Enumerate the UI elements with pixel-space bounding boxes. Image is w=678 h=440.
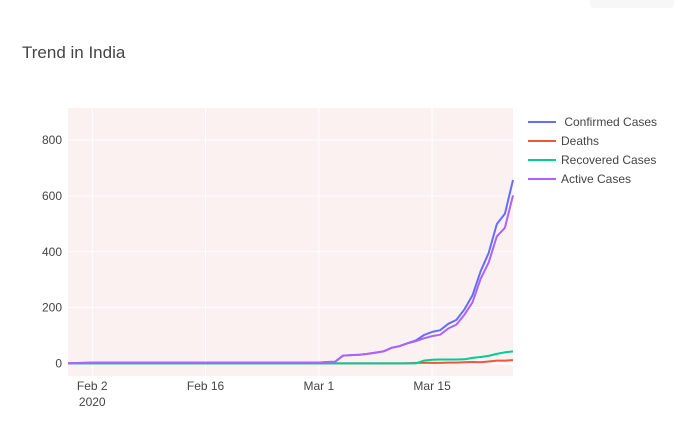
x-tick-year-label: 2020 [79,395,106,409]
legend-label: Deaths [561,134,599,148]
legend-label: Confirmed Cases [561,115,657,129]
x-tick-label: Feb 2 [77,379,108,393]
legend-label: Recovered Cases [561,153,656,167]
legend-label: Active Cases [561,172,631,186]
y-tick-label: 0 [55,356,62,370]
x-tick-label: Feb 16 [187,379,225,393]
x-tick-label: Mar 15 [413,379,451,393]
chart-title: Trend in India [22,43,126,62]
line-chart: Trend in India 0 200 400 600 800 Feb 2 2020 Feb… [22,43,657,409]
legend-item-active-cases[interactable]: Active Cases [528,172,631,186]
legend-item-confirmed-cases[interactable]: Confirmed Cases [528,115,657,129]
legend: Confirmed Cases Deaths Recovered Cases Acti… [528,115,657,186]
x-tick-label: Mar 1 [303,379,334,393]
legend-item-deaths[interactable]: Deaths [528,134,599,148]
y-tick-label: 800 [42,133,62,147]
y-tick-label: 200 [42,301,62,315]
y-tick-label: 400 [42,245,62,259]
legend-item-recovered-cases[interactable]: Recovered Cases [528,153,656,167]
plot-area[interactable] [68,108,513,376]
y-tick-label: 600 [42,189,62,203]
